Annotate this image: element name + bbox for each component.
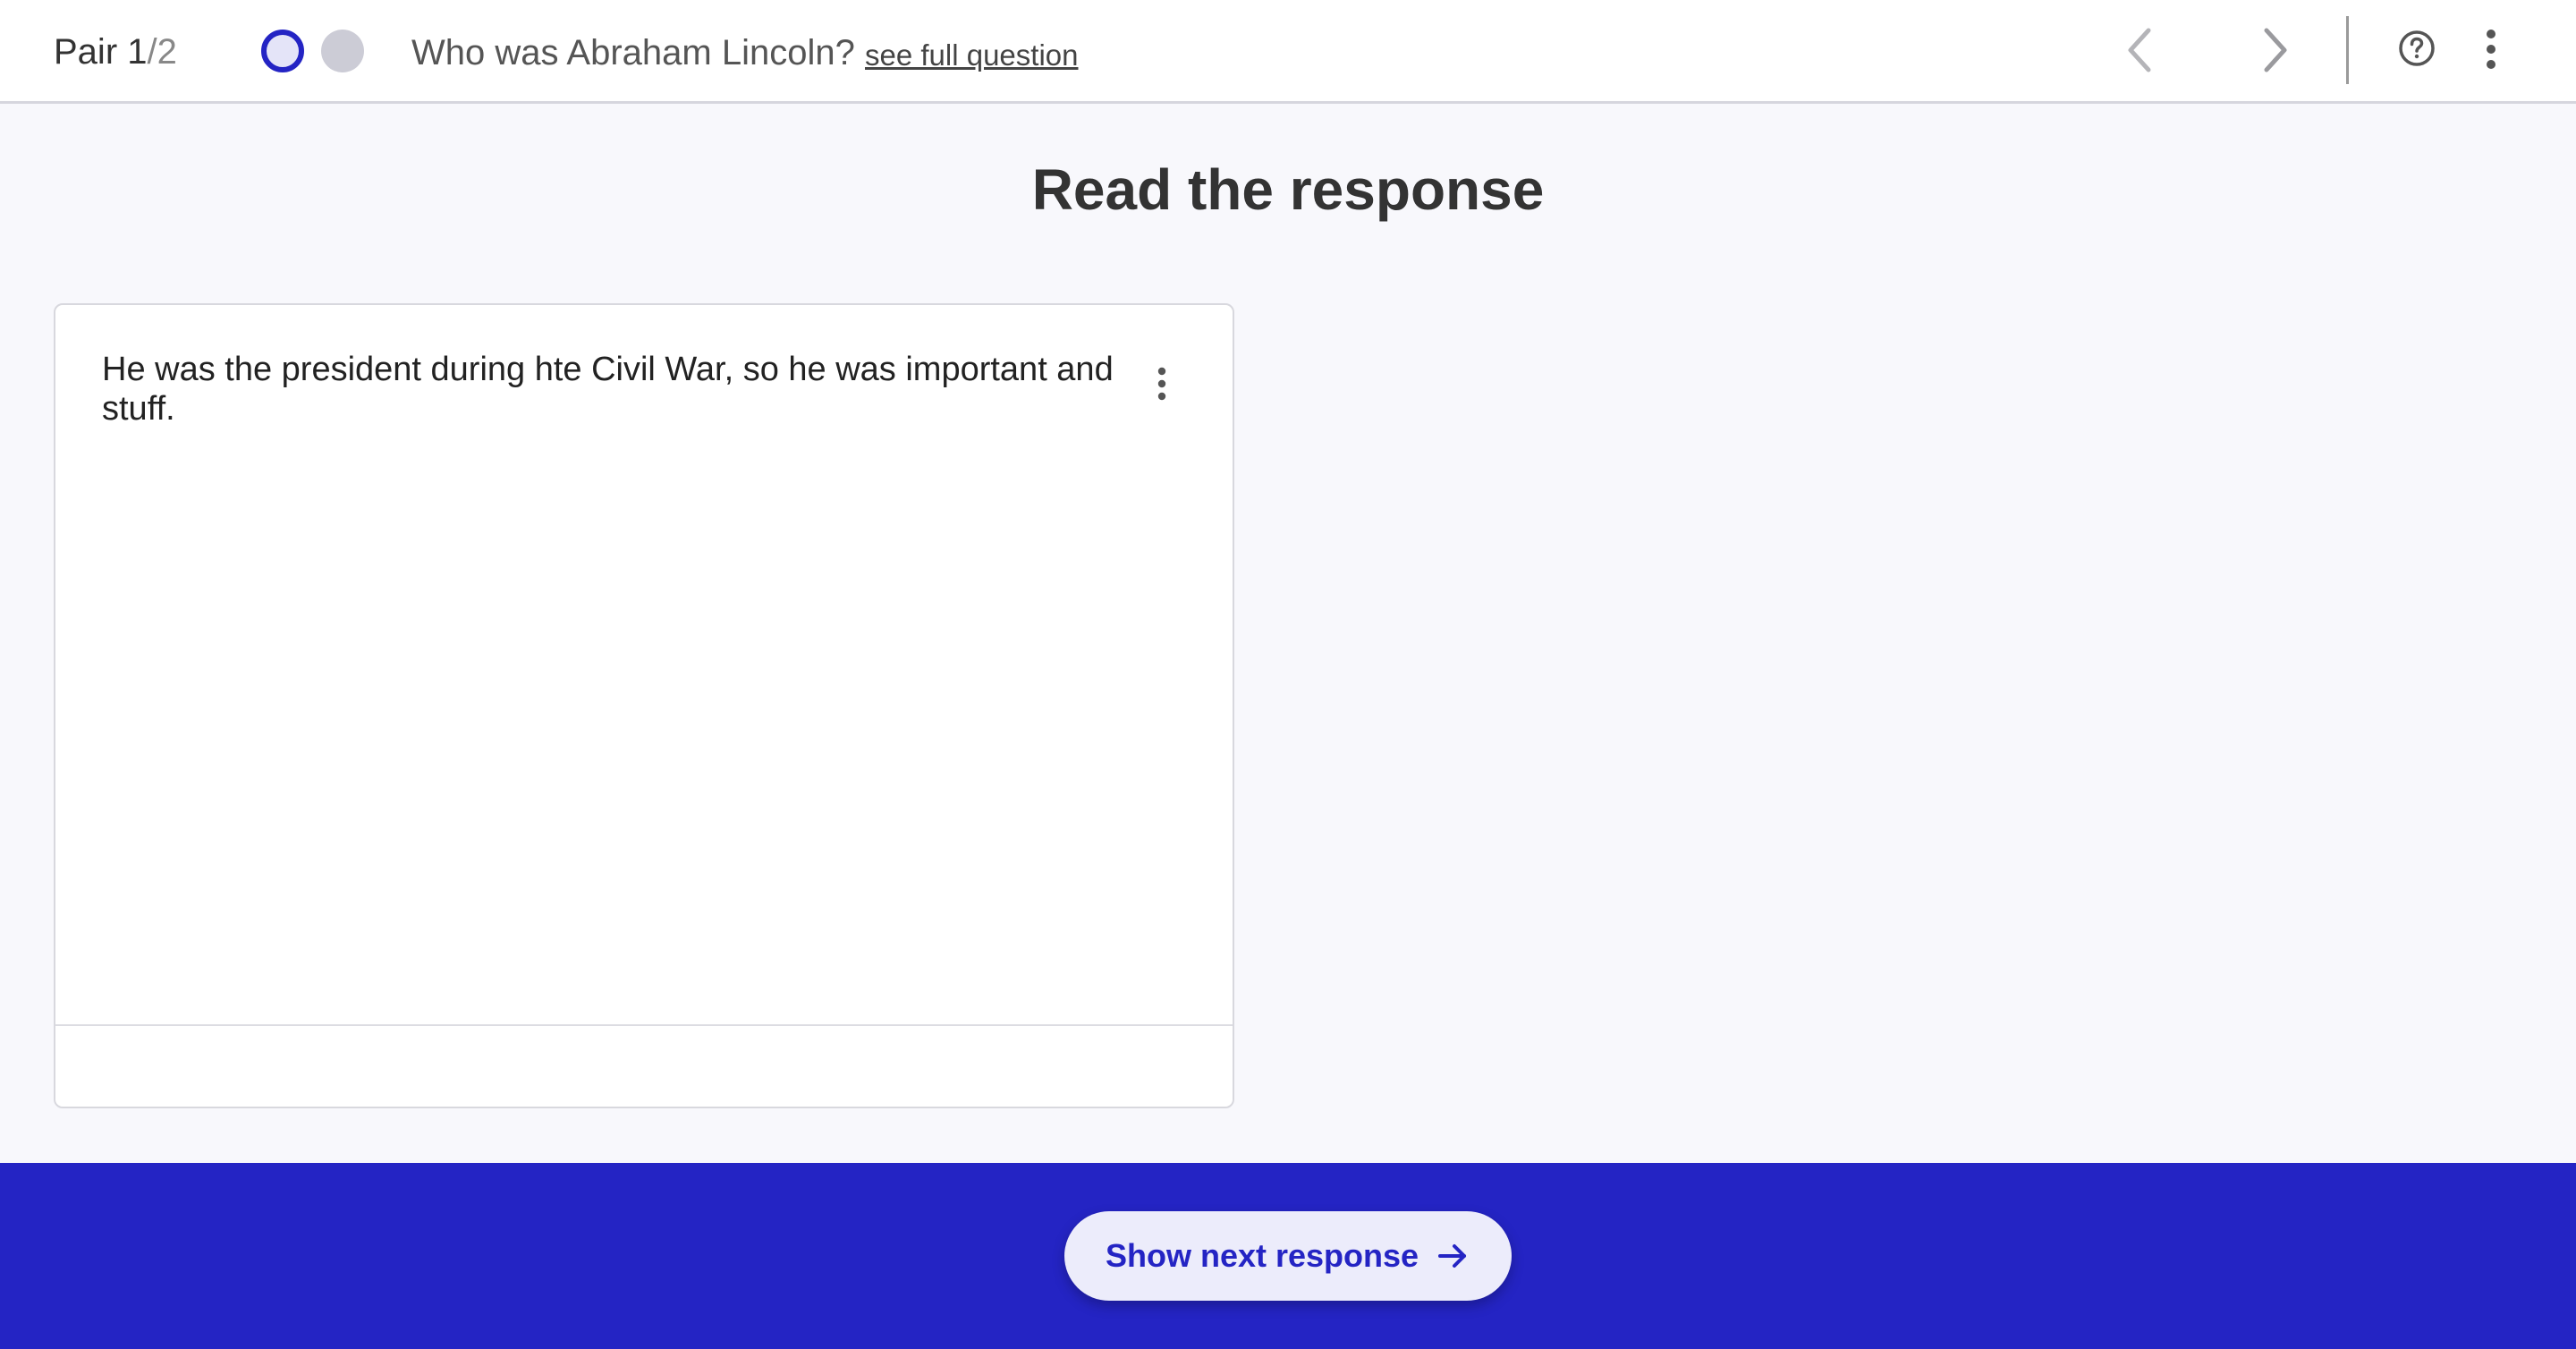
response-card: He was the president during hte Civil Wa… <box>54 303 1234 1108</box>
page-title: Read the response <box>1031 157 1545 222</box>
show-next-response-button[interactable]: Show next response <box>1064 1211 1512 1301</box>
kebab-menu-icon <box>1157 367 1166 401</box>
progress-dot-next[interactable] <box>321 30 364 72</box>
response-text: He was the president during hte Civil Wa… <box>102 351 1114 428</box>
response-more-button[interactable] <box>1148 364 1175 403</box>
chevron-right-icon <box>2264 28 2287 72</box>
pair-counter-total: /2 <box>147 32 177 72</box>
header-divider <box>2346 16 2349 84</box>
pair-counter-current: Pair 1 <box>54 32 148 72</box>
help-button[interactable] <box>2397 29 2436 68</box>
arrow-right-icon <box>1438 1244 1467 1268</box>
question-circle-icon <box>2399 30 2435 66</box>
header-more-button[interactable] <box>2478 27 2504 72</box>
show-next-response-label: Show next response <box>1105 1237 1419 1274</box>
previous-button[interactable] <box>2111 21 2168 79</box>
chevron-left-icon <box>2128 28 2151 72</box>
see-full-question-link[interactable]: see full question <box>865 36 1079 75</box>
next-button[interactable] <box>2247 21 2304 79</box>
bottom-action-bar: Show next response <box>0 1163 2576 1349</box>
question-text: Who was Abraham Lincoln? <box>411 33 855 72</box>
kebab-menu-icon <box>2487 30 2496 69</box>
pair-counter: Pair 1/2 <box>54 29 177 75</box>
card-footer-divider <box>55 1024 1233 1026</box>
top-bar: Pair 1/2 Who was Abraham Lincoln? see fu… <box>0 0 2576 104</box>
progress-dot-current[interactable] <box>261 30 304 72</box>
